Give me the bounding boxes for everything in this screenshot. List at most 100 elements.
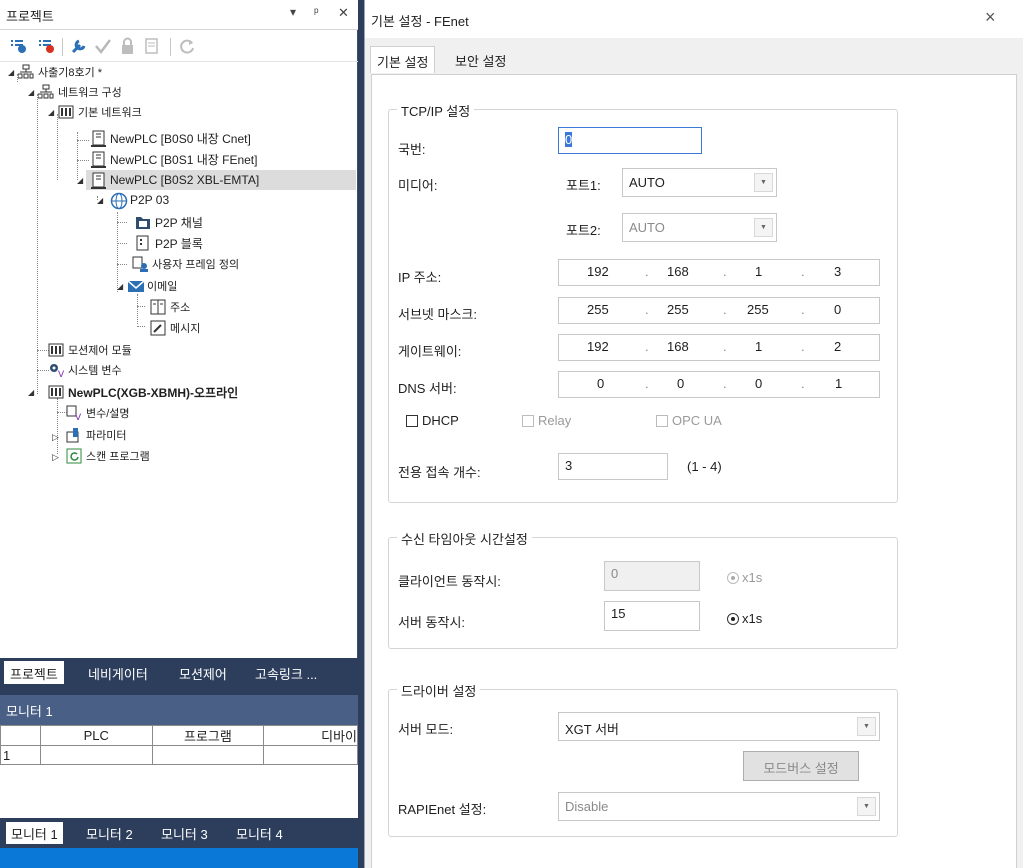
tab-monitor-3[interactable]: 모니터 3 <box>156 822 213 844</box>
tree-label: 네트워크 구성 <box>58 87 122 99</box>
ip-octet[interactable]: 255 <box>667 302 689 317</box>
close-icon[interactable]: × <box>985 7 996 28</box>
relay-checkbox[interactable]: Relay <box>522 413 571 428</box>
tree-node-p2p03[interactable]: P2P 03 <box>110 190 169 210</box>
client-timeout-input[interactable]: 0 <box>604 561 700 591</box>
tree-node-plc-fenet[interactable]: NewPLC [B0S1 내장 FEnet] <box>90 149 257 169</box>
expand-arrow-icon[interactable]: ▷ <box>52 452 59 463</box>
scan-program-icon <box>66 448 83 464</box>
offline-icon[interactable] <box>38 37 56 55</box>
gateway-field[interactable]: 192 . 168 . 1 . 2 <box>558 334 880 361</box>
plc-module-icon <box>90 172 107 189</box>
table-cell[interactable] <box>151 745 265 765</box>
wrench-icon[interactable] <box>70 37 88 55</box>
tab-monitor-2[interactable]: 모니터 2 <box>81 822 138 844</box>
port2-select[interactable]: AUTO ▼ <box>622 213 777 242</box>
ip-octet[interactable]: 0 <box>755 376 762 391</box>
ip-octet[interactable]: 192 <box>587 339 609 354</box>
collapse-arrow-icon[interactable]: ◢ <box>28 88 34 97</box>
table-cell[interactable] <box>263 745 358 765</box>
tree-node-variables[interactable]: V 변수/설명 <box>66 403 130 423</box>
collapse-arrow-icon[interactable]: ◢ <box>28 388 34 397</box>
refresh-icon[interactable] <box>178 37 196 55</box>
port1-select[interactable]: AUTO ▼ <box>622 168 777 197</box>
ip-octet[interactable]: 1 <box>755 339 762 354</box>
tab-monitor-1[interactable]: 모니터 1 <box>6 822 63 844</box>
tab-basic-settings[interactable]: 기본 설정 <box>370 46 436 73</box>
dns-field[interactable]: 0 . 0 . 0 . 1 <box>558 371 880 398</box>
modbus-settings-button[interactable]: 모드버스 설정 <box>743 751 859 781</box>
table-row[interactable]: 1 <box>0 745 358 765</box>
ip-octet[interactable]: 168 <box>667 339 689 354</box>
collapse-arrow-icon[interactable]: ◢ <box>8 68 14 77</box>
collapse-arrow-icon[interactable]: ◢ <box>48 108 54 117</box>
server-timeout-value: 15 <box>611 606 626 621</box>
client-unit-radio[interactable]: x1s <box>727 570 762 585</box>
tab-highspeed-link[interactable]: 고속링크 ... <box>249 661 323 684</box>
collapse-arrow-icon[interactable]: ◢ <box>97 196 103 205</box>
tree-node-basic-network[interactable]: 기본 네트워크 <box>58 102 142 122</box>
tab-monitor-4[interactable]: 모니터 4 <box>231 822 288 844</box>
rapienet-select[interactable]: Disable ▼ <box>558 792 880 821</box>
collapse-arrow-icon[interactable]: ◢ <box>117 282 123 291</box>
ip-octet[interactable]: 0 <box>677 376 684 391</box>
ip-octet[interactable]: 168 <box>667 264 689 279</box>
close-icon[interactable]: ✕ <box>338 5 349 21</box>
tree-node-message[interactable]: 메시지 <box>150 318 200 338</box>
tree-label: NewPLC [B0S1 내장 FEnet] <box>110 152 258 167</box>
ip-octet[interactable]: 0 <box>834 302 841 317</box>
ip-octet[interactable]: 1 <box>755 264 762 279</box>
server-mode-select[interactable]: XGT 서버 ▼ <box>558 712 880 741</box>
ip-dot: . <box>723 376 727 391</box>
ip-octet[interactable]: 3 <box>834 264 841 279</box>
tree-node-plc-cnet[interactable]: NewPLC [B0S0 내장 Cnet] <box>90 128 251 148</box>
tree-node-project[interactable]: 사출기8호기 * <box>17 62 102 82</box>
tree-node-scan-program[interactable]: 스캔 프로그램 <box>66 446 150 466</box>
dhcp-label: DHCP <box>422 413 459 428</box>
ip-octet[interactable]: 0 <box>597 376 604 391</box>
tree-node-system-variable[interactable]: V 시스템 변수 <box>48 360 122 380</box>
tree-label: P2P 03 <box>130 193 170 207</box>
tab-project[interactable]: 프로젝트 <box>4 661 64 684</box>
ip-octet[interactable]: 1 <box>835 376 842 391</box>
client-timeout-value: 0 <box>611 566 619 581</box>
connection-count-input[interactable]: 3 <box>558 453 668 480</box>
ip-address-field[interactable]: 192 . 168 . 1 . 3 <box>558 259 880 286</box>
tree-node-p2p-block[interactable]: P2P 블록 <box>135 233 203 253</box>
check-icon[interactable] <box>94 37 112 55</box>
pin-icon[interactable]: ᵖ <box>314 5 319 19</box>
tree-node-network-config[interactable]: 네트워크 구성 <box>37 82 122 102</box>
online-check-icon[interactable] <box>10 37 28 55</box>
ip-octet[interactable]: 255 <box>747 302 769 317</box>
subnet-field[interactable]: 255 . 255 . 255 . 0 <box>558 297 880 324</box>
group-legend: TCP/IP 설정 <box>397 101 475 120</box>
table-cell[interactable] <box>39 745 153 765</box>
tree-node-parameter[interactable]: 파라미터 <box>66 425 126 445</box>
lock-icon[interactable] <box>118 37 136 55</box>
collapse-arrow-icon[interactable]: ◢ <box>77 176 83 185</box>
relay-label: Relay <box>538 413 572 428</box>
tree-node-p2p-channel[interactable]: P2P 채널 <box>135 212 203 232</box>
ip-octet[interactable]: 2 <box>834 339 841 354</box>
tree-node-newplc-cpu[interactable]: NewPLC(XGB-XBMH)-오프라인 <box>48 382 238 402</box>
tree-node-email[interactable]: 이메일 <box>127 276 177 296</box>
status-bar <box>0 848 358 868</box>
tab-security-settings[interactable]: 보안 설정 <box>449 46 512 73</box>
tree-node-address[interactable]: 주소 <box>150 297 190 317</box>
tree-node-user-frame[interactable]: 사용자 프레임 정의 <box>132 254 239 274</box>
opcua-checkbox[interactable]: OPC UA <box>656 413 722 428</box>
server-unit-radio[interactable]: x1s <box>727 611 762 626</box>
dialog-titlebar: 기본 설정 - FEnet × <box>365 0 1023 38</box>
dhcp-checkbox[interactable]: DHCP <box>406 413 459 428</box>
tab-navigator[interactable]: 네비게이터 <box>82 661 154 684</box>
server-timeout-input[interactable]: 15 <box>604 601 700 631</box>
dropdown-icon[interactable]: ▾ <box>290 5 296 19</box>
expand-arrow-icon[interactable]: ▷ <box>52 432 59 443</box>
tab-motion[interactable]: 모션제어 <box>173 661 233 684</box>
ip-octet[interactable]: 192 <box>587 264 609 279</box>
tree-node-plc-emta[interactable]: NewPLC [B0S2 XBL-EMTA] <box>86 170 356 190</box>
station-input[interactable]: 0 <box>558 127 702 154</box>
tree-node-motion-module[interactable]: 모션제어 모듈 <box>48 340 132 360</box>
document-icon[interactable] <box>142 37 160 55</box>
ip-octet[interactable]: 255 <box>587 302 609 317</box>
